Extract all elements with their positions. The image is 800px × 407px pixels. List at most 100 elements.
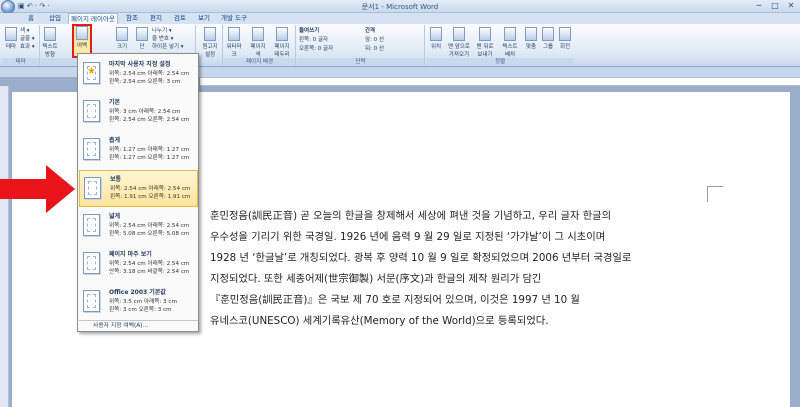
margin-option-office-2003[interactable]: Office 2003 기본값 위쪽: 3.5 cm 아래쪽: 3 cm 왼쪽:… bbox=[79, 284, 198, 321]
bring-front-button[interactable]: 맨 앞으로 가져오기 bbox=[448, 27, 470, 58]
group-manuscript: 원고지 설정 bbox=[197, 25, 223, 66]
tab-insert[interactable]: 삽입 bbox=[44, 13, 66, 24]
margin-corner-mark bbox=[707, 186, 723, 202]
margin-option-name: 마지막 사용자 지정 설정 bbox=[109, 61, 171, 68]
vertical-ruler[interactable] bbox=[0, 86, 9, 407]
close-button[interactable]: ✕ bbox=[784, 1, 798, 11]
text-direction-button[interactable]: 텍스트 방향 bbox=[42, 27, 58, 58]
margin-option-default[interactable]: 기본 위쪽: 3 cm 아래쪽: 2.54 cm 왼쪽: 2.54 cm 오른쪽… bbox=[79, 94, 198, 131]
group-objects-button[interactable]: 그룹 bbox=[540, 27, 556, 50]
watermark-button[interactable]: 워터마크 bbox=[226, 27, 242, 58]
manuscript-label: 원고지 설정 bbox=[202, 44, 218, 58]
tab-view[interactable]: 보기 bbox=[194, 13, 214, 24]
theme-fonts-button[interactable]: 글꼴 ▾ bbox=[20, 34, 35, 42]
rotate-button[interactable]: 회전 bbox=[557, 27, 573, 50]
document-line[interactable]: 지정되었다. 또한 세종어제(世宗御製) 서문(序文)과 한글의 제작 원리가 … bbox=[210, 270, 541, 285]
document-line[interactable]: 1928 년 ‘한글날’로 개칭되었다. 광복 후 양력 10 월 9 일로 확… bbox=[210, 249, 631, 264]
margin-option-name: 기본 bbox=[109, 99, 121, 106]
margin-option-wide[interactable]: 넓게 위쪽: 2.54 cm 아래쪽: 2.54 cm 왼쪽: 5.08 cm … bbox=[79, 208, 198, 245]
maximize-button[interactable]: □ bbox=[768, 1, 782, 11]
minimize-button[interactable]: ─ bbox=[752, 1, 766, 11]
group-arrange: 위치 맨 앞으로 가져오기 맨 뒤로 보내기 텍스트 배치 맞춤 그룹 회전 정… bbox=[426, 25, 574, 66]
position-label: 위치 bbox=[430, 44, 442, 50]
custom-margins-item[interactable]: 사용자 지정 여백(A)... bbox=[79, 320, 198, 331]
line-numbers-button[interactable]: 줄 번호 ▾ bbox=[152, 34, 173, 42]
document-line[interactable]: 『훈민정음(訓民正音)』은 국보 제 70 호로 지정되어 있으며, 이것은 1… bbox=[210, 291, 580, 306]
window-title: 문서1 - Microsoft Word bbox=[361, 3, 439, 11]
columns-icon bbox=[136, 27, 148, 41]
send-back-label: 맨 뒤로 보내기 bbox=[476, 44, 494, 58]
group-page-background: 워터마크 페이지 색 페이지 테두리 페이지 배경 bbox=[224, 25, 296, 66]
margin-option-values: 위쪽: 3 cm 아래쪽: 2.54 cm bbox=[109, 109, 181, 115]
tab-review[interactable]: 검토 bbox=[170, 13, 190, 24]
margin-option-values: 위쪽: 2.54 cm 아래쪽: 2.54 cm bbox=[110, 186, 191, 192]
margin-option-name: 좁게 bbox=[109, 137, 121, 144]
margins-dropdown: ★ 마지막 사용자 지정 설정 위쪽: 2.54 cm 아래쪽: 2.54 cm… bbox=[77, 53, 199, 332]
group-paragraph: 들여쓰기 왼쪽: 0 글자 오른쪽: 0 글자 간격 앞: 0 선 뒤: 0 선… bbox=[297, 25, 425, 66]
page-borders-icon bbox=[276, 27, 288, 41]
align-icon bbox=[525, 27, 537, 41]
indent-left-field[interactable]: 왼쪽: 0 글자 bbox=[299, 35, 328, 43]
theme-button-label: 테마 bbox=[5, 44, 17, 50]
manuscript-button[interactable]: 원고지 설정 bbox=[202, 27, 218, 58]
margin-option-values: 왼쪽: 3 cm 오른쪽: 3 cm bbox=[109, 307, 172, 313]
star-icon: ★ bbox=[87, 66, 96, 77]
send-back-button[interactable]: 맨 뒤로 보내기 bbox=[474, 27, 496, 58]
document-line[interactable]: 우수성을 기리기 위한 국경일. 1926 년에 음력 9 월 29 일로 지정… bbox=[210, 228, 605, 243]
text-wrap-button[interactable]: 텍스트 배치 bbox=[500, 27, 520, 58]
margin-option-values: 왼쪽: 1.91 cm 오른쪽: 1.91 cm bbox=[110, 194, 191, 200]
position-button[interactable]: 위치 bbox=[428, 27, 444, 50]
position-icon bbox=[430, 27, 442, 41]
tab-home[interactable]: 홈 bbox=[22, 13, 40, 24]
page-thumbnail-icon bbox=[83, 100, 100, 122]
bring-front-icon bbox=[453, 27, 465, 41]
send-back-icon bbox=[479, 27, 491, 41]
document-line[interactable]: 훈민정음(訓民正音) 곧 오늘의 한글을 창제해서 세상에 펴낸 것을 기념하고… bbox=[210, 207, 611, 222]
group-paragraph-label: 단락 bbox=[297, 58, 424, 66]
rotate-label: 회전 bbox=[559, 44, 571, 50]
spacing-after-field[interactable]: 뒤: 0 선 bbox=[365, 44, 384, 52]
page-color-icon bbox=[252, 27, 264, 41]
margin-option-values: 위쪽: 3.5 cm 아래쪽: 3 cm bbox=[109, 299, 177, 305]
indent-right-field[interactable]: 오른쪽: 0 글자 bbox=[299, 44, 333, 52]
ribbon-tabs: 홈 삽입 페이지 레이아웃 참조 편지 검토 보기 개발 도구 bbox=[0, 13, 800, 25]
group-objects-icon bbox=[542, 27, 554, 41]
tab-mailings[interactable]: 편지 bbox=[146, 13, 166, 24]
size-icon bbox=[116, 27, 128, 41]
theme-effects-button[interactable]: 효과 ▾ bbox=[20, 42, 35, 50]
horizontal-ruler[interactable] bbox=[200, 77, 800, 86]
page-thumbnail-icon bbox=[84, 177, 101, 199]
page-thumbnail-icon bbox=[83, 214, 100, 236]
tab-references[interactable]: 참조 bbox=[122, 13, 142, 24]
margin-option-values: 위쪽: 2.54 cm 아래쪽: 2.54 cm bbox=[109, 223, 190, 229]
margin-option-narrow[interactable]: 좁게 위쪽: 1.27 cm 아래쪽: 1.27 cm 왼쪽: 1.27 cm … bbox=[79, 132, 198, 169]
manuscript-icon bbox=[204, 27, 216, 41]
size-button[interactable]: 크기 bbox=[114, 27, 130, 50]
align-button[interactable]: 맞춤 bbox=[523, 27, 539, 50]
margin-option-values: 위쪽: 1.27 cm 아래쪽: 1.27 cm bbox=[109, 147, 190, 153]
document-line[interactable]: 유네스코(UNESCO) 세계기록유산(Memory of the World)… bbox=[210, 312, 549, 327]
watermark-icon bbox=[228, 27, 240, 41]
spacing-before-field[interactable]: 앞: 0 선 bbox=[365, 35, 384, 43]
page-color-button[interactable]: 페이지 색 bbox=[250, 27, 266, 58]
margin-option-name: Office 2003 기본값 bbox=[109, 289, 166, 296]
margin-option-values: 위쪽: 2.54 cm 아래쪽: 2.54 cm bbox=[109, 261, 190, 267]
theme-button[interactable]: 테마 bbox=[3, 27, 19, 50]
margins-button-label: 여백 bbox=[76, 43, 88, 49]
margins-button[interactable]: 여백 bbox=[72, 24, 92, 58]
text-wrap-icon bbox=[504, 27, 516, 41]
margin-option-name: 넓게 bbox=[109, 213, 121, 220]
page-thumbnail-icon bbox=[83, 290, 100, 312]
group-theme-label: 테마 bbox=[2, 58, 39, 66]
margin-option-last-custom[interactable]: ★ 마지막 사용자 지정 설정 위쪽: 2.54 cm 아래쪽: 2.54 cm… bbox=[79, 56, 198, 93]
columns-button[interactable]: 단 bbox=[134, 27, 150, 50]
tab-developer[interactable]: 개발 도구 bbox=[218, 13, 250, 24]
page-borders-button[interactable]: 페이지 테두리 bbox=[274, 27, 290, 58]
theme-icon bbox=[5, 27, 17, 41]
theme-colors-button[interactable]: 색 ▾ bbox=[20, 26, 30, 34]
hyphenation-button[interactable]: 하이픈 넣기 ▾ bbox=[152, 42, 184, 50]
margin-option-name: 페이지 마주 보기 bbox=[109, 251, 152, 258]
margin-option-mirrored[interactable]: 페이지 마주 보기 위쪽: 2.54 cm 아래쪽: 2.54 cm 안쪽: 3… bbox=[79, 246, 198, 283]
breaks-button[interactable]: 나누기 ▾ bbox=[152, 26, 172, 34]
margin-option-normal[interactable]: 보통 위쪽: 2.54 cm 아래쪽: 2.54 cm 왼쪽: 1.91 cm … bbox=[79, 170, 198, 207]
